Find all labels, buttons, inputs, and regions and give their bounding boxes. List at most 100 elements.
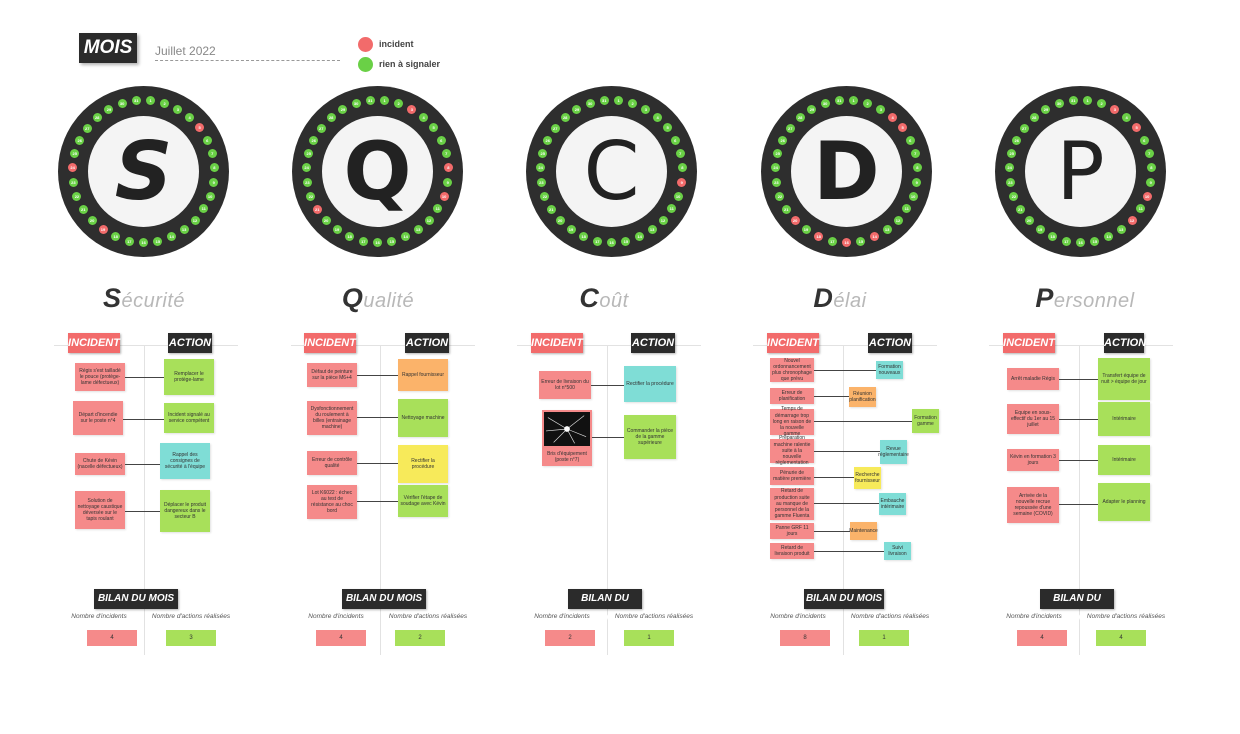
day-dot[interactable]: 14 (401, 232, 411, 242)
day-dot[interactable]: 21 (312, 204, 322, 214)
day-dot[interactable]: 3 (1110, 104, 1120, 114)
day-dot[interactable]: 30 (1054, 99, 1064, 109)
day-dot[interactable]: 4 (185, 113, 195, 123)
day-dot[interactable]: 12 (1127, 215, 1137, 225)
incident-note[interactable]: Préparation machine ralentie suite à la … (770, 435, 814, 466)
action-note[interactable]: Intérimaire (1098, 445, 1150, 475)
day-dot[interactable]: 22 (306, 191, 316, 201)
day-dot[interactable]: 14 (635, 232, 645, 242)
day-dot[interactable]: 19 (801, 225, 811, 235)
action-count[interactable]: 4 (1096, 630, 1146, 646)
day-dot[interactable]: 23 (536, 177, 546, 187)
day-dot[interactable]: 9 (443, 177, 453, 187)
day-dot[interactable]: 1 (849, 96, 859, 106)
day-dot[interactable]: 10 (439, 191, 449, 201)
day-dot[interactable]: 1 (146, 96, 156, 106)
incident-note[interactable]: Erreur de planification (770, 388, 814, 404)
day-dot[interactable]: 25 (70, 149, 80, 159)
day-dot[interactable]: 31 (834, 96, 844, 106)
day-dot[interactable]: 20 (87, 215, 97, 225)
day-dot[interactable]: 5 (1132, 123, 1142, 133)
incident-note[interactable]: Arrêt maladie Régis (1007, 368, 1059, 390)
day-dot[interactable]: 30 (585, 99, 595, 109)
day-dot[interactable]: 2 (1097, 99, 1107, 109)
day-dot[interactable]: 22 (540, 191, 550, 201)
day-dot[interactable]: 4 (1122, 113, 1132, 123)
day-dot[interactable]: 29 (338, 104, 348, 114)
incident-note[interactable]: Retard de livraison produit (770, 543, 814, 559)
day-dot[interactable]: 8 (443, 163, 453, 173)
day-dot[interactable]: 18 (111, 232, 121, 242)
action-note[interactable]: Revue réglementaire (878, 440, 909, 464)
incident-count[interactable]: 4 (316, 630, 366, 646)
day-dot[interactable]: 26 (778, 135, 788, 145)
day-dot[interactable]: 24 (771, 163, 781, 173)
day-dot[interactable]: 27 (785, 123, 795, 133)
day-dot[interactable]: 25 (538, 149, 548, 159)
action-note[interactable]: Maintenance (849, 522, 878, 540)
action-note[interactable]: Rappel des consignes de sécurité à l'équ… (160, 443, 210, 479)
day-dot[interactable]: 26 (1012, 135, 1022, 145)
day-dot[interactable]: 16 (607, 237, 617, 247)
day-dot[interactable]: 5 (898, 123, 908, 133)
day-dot[interactable]: 28 (92, 113, 102, 123)
day-dot[interactable]: 6 (670, 135, 680, 145)
action-note[interactable]: Rappel fournisseur (398, 359, 448, 391)
day-dot[interactable]: 11 (433, 204, 443, 214)
day-dot[interactable]: 7 (1144, 149, 1154, 159)
day-dot[interactable]: 6 (436, 135, 446, 145)
day-dot[interactable]: 14 (1104, 232, 1114, 242)
day-dot[interactable]: 16 (373, 237, 383, 247)
day-dot[interactable]: 2 (628, 99, 638, 109)
day-dot[interactable]: 13 (882, 225, 892, 235)
incident-note[interactable]: Défaut de peinture sur la pièce M6+4 (307, 363, 357, 387)
day-dot[interactable]: 23 (771, 177, 781, 187)
day-dot[interactable]: 3 (173, 104, 183, 114)
incident-note[interactable]: Chute de Kévin (nacelle défectueux) (75, 453, 125, 475)
day-dot[interactable]: 29 (104, 104, 114, 114)
day-dot[interactable]: 31 (131, 96, 141, 106)
day-dot[interactable]: 7 (441, 149, 451, 159)
day-dot[interactable]: 18 (345, 232, 355, 242)
day-dot[interactable]: 20 (790, 215, 800, 225)
incident-note[interactable]: Arrivée de la nouvelle recrue repoussée … (1007, 487, 1059, 523)
day-dot[interactable]: 15 (856, 236, 866, 246)
incident-note[interactable]: Pénurie de matière première (770, 467, 814, 485)
day-dot[interactable]: 7 (675, 149, 685, 159)
action-note[interactable]: Nettoyage machine (398, 399, 448, 437)
action-note[interactable]: Remplacer le protège-lame (164, 359, 214, 395)
day-dot[interactable]: 27 (1019, 123, 1029, 133)
action-note[interactable]: Réunion planification (849, 387, 876, 407)
day-dot[interactable]: 14 (870, 232, 880, 242)
day-dot[interactable]: 10 (908, 191, 918, 201)
day-dot[interactable]: 17 (358, 236, 368, 246)
action-note[interactable]: Intérimaire (1098, 402, 1150, 436)
day-dot[interactable]: 5 (663, 123, 673, 133)
day-dot[interactable]: 18 (814, 232, 824, 242)
action-count[interactable]: 3 (166, 630, 216, 646)
incident-note[interactable]: Panne GRF 11 jours (770, 523, 814, 539)
day-dot[interactable]: 31 (599, 96, 609, 106)
action-count[interactable]: 1 (859, 630, 909, 646)
incident-count[interactable]: 2 (545, 630, 595, 646)
incident-note[interactable]: Retard de production suite au manque de … (770, 488, 814, 520)
day-dot[interactable]: 29 (1041, 104, 1051, 114)
day-dot[interactable]: 24 (68, 163, 78, 173)
incident-note[interactable]: Kévin en formation 3 jours (1007, 449, 1059, 471)
incident-note[interactable]: Dysfonctionnement du roulement à billes … (307, 401, 357, 435)
incident-note[interactable]: Départ d'incendie sur le poste n°4 (73, 401, 123, 435)
action-count[interactable]: 1 (624, 630, 674, 646)
action-note[interactable]: Déplacer le produit dangereux dans le se… (160, 490, 210, 532)
day-dot[interactable]: 30 (820, 99, 830, 109)
day-dot[interactable]: 5 (195, 123, 205, 133)
incident-note[interactable]: Equipe en sous-effectif du 1er au 15 jui… (1007, 404, 1059, 434)
day-dot[interactable]: 16 (139, 237, 149, 247)
day-dot[interactable]: 6 (1139, 135, 1149, 145)
day-dot[interactable]: 25 (773, 149, 783, 159)
incident-count[interactable]: 8 (780, 630, 830, 646)
day-dot[interactable]: 21 (78, 204, 88, 214)
day-dot[interactable]: 10 (1142, 191, 1152, 201)
day-dot[interactable]: 17 (1061, 236, 1071, 246)
day-dot[interactable]: 27 (82, 123, 92, 133)
day-dot[interactable]: 9 (912, 177, 922, 187)
